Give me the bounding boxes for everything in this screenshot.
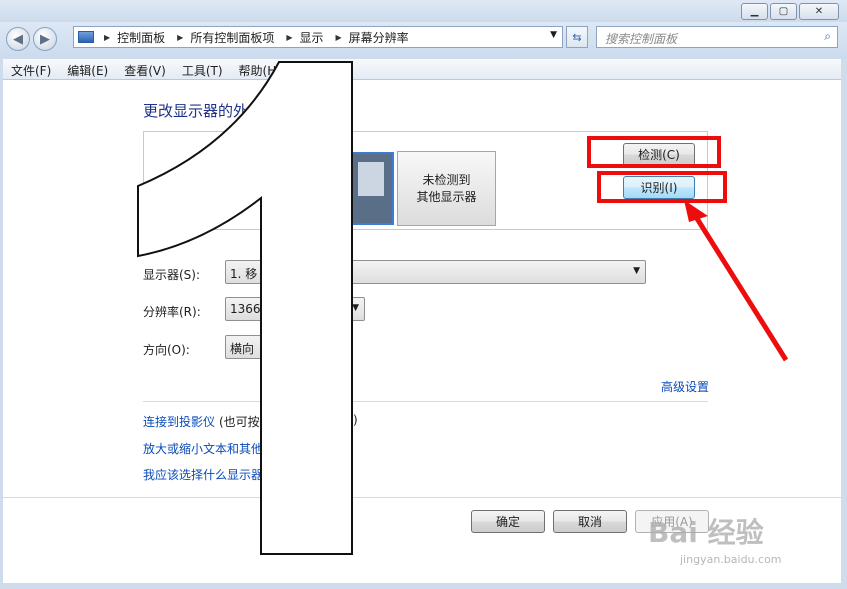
- baidu-watermark: Bai 经验 jingyan.baidu.com: [648, 503, 808, 573]
- red-arrow-head-icon: [684, 200, 708, 222]
- annotation-overlay: 1: [137, 61, 789, 555]
- watermark-brand: Bai 经验: [648, 516, 764, 549]
- digit-one-shape: [137, 61, 353, 555]
- watermark-url: jingyan.baidu.com: [680, 553, 782, 566]
- red-arrow-shaft: [688, 207, 789, 362]
